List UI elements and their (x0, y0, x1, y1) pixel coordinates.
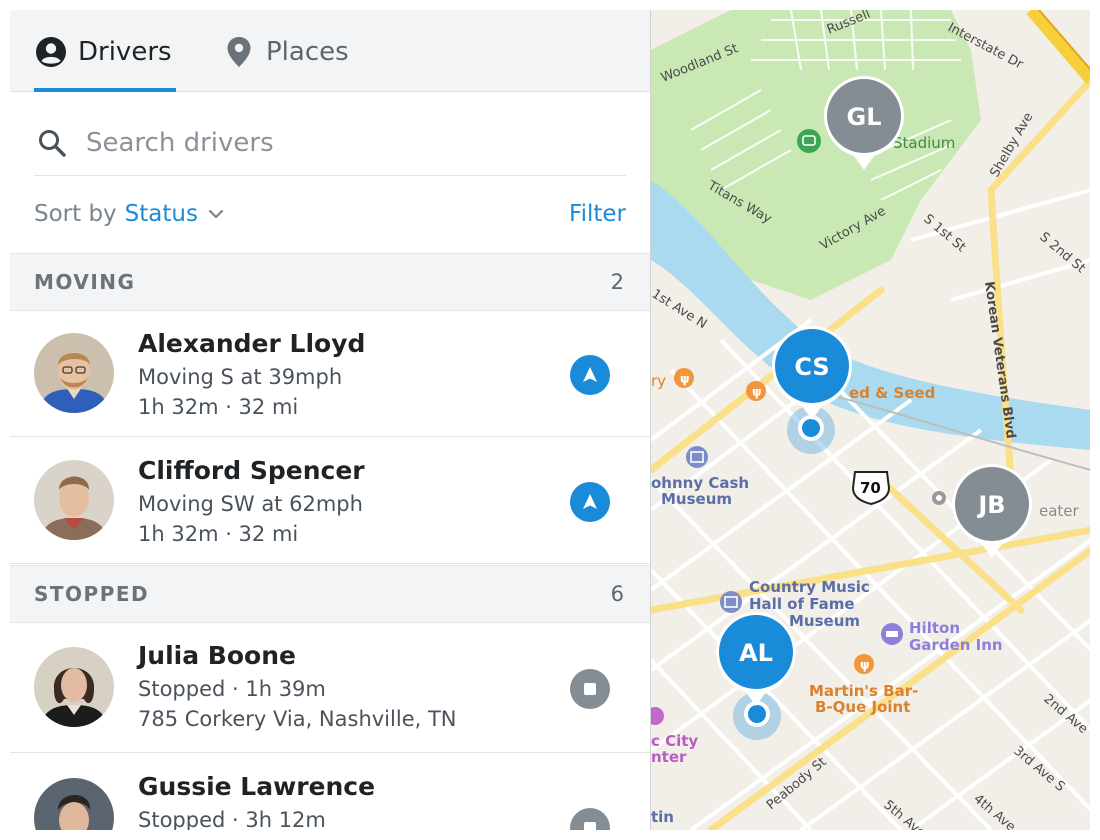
section-header-stopped: STOPPED 6 (10, 565, 650, 623)
driver-trip-summary: 1h 32m · 32 mi (138, 395, 299, 419)
museum-icon (686, 446, 708, 468)
driver-status-text: Stopped · 3h 12m (138, 808, 326, 830)
search-icon (34, 125, 70, 161)
highway-shield-icon: 70 (851, 471, 891, 506)
stop-square-icon (570, 808, 610, 830)
driver-status-text: Stopped · 1h 39m (138, 677, 326, 701)
svg-text:ψ: ψ (860, 658, 870, 672)
sort-filter-bar: Sort by Status Filter (34, 192, 626, 236)
map-label: eater (1039, 502, 1080, 520)
sort-dropdown[interactable]: Sort by Status (34, 201, 224, 227)
section-count: 6 (610, 582, 624, 606)
sort-value: Status (124, 201, 198, 227)
driver-row[interactable]: Gussie Lawrence Stopped · 3h 12m (10, 754, 650, 830)
marker-initials: GL (847, 103, 882, 131)
map-label: ry (651, 372, 666, 390)
avatar (34, 778, 114, 830)
map-label: Country Music (749, 578, 870, 596)
navigation-arrow-icon (570, 482, 610, 522)
tab-bar: Drivers Places (10, 10, 650, 92)
tab-drivers[interactable]: Drivers (34, 32, 172, 72)
marker-initials: AL (739, 639, 773, 667)
driver-status-text: Moving S at 39mph (138, 365, 343, 389)
map-label: ed & Seed (849, 384, 935, 402)
tab-drivers-label: Drivers (78, 37, 172, 67)
driver-row[interactable]: Alexander Lloyd Moving S at 39mph 1h 32m… (10, 311, 650, 437)
svg-text:ψ: ψ (752, 385, 762, 399)
tab-places-label: Places (266, 37, 349, 67)
map-label: B-Que Joint (815, 698, 910, 716)
search-bar (34, 110, 626, 176)
driver-name: Julia Boone (138, 641, 296, 670)
svg-text:ψ: ψ (680, 372, 690, 386)
driver-status-text: Moving SW at 62mph (138, 492, 363, 516)
section-label: STOPPED (34, 582, 150, 606)
map-label: nter (651, 748, 687, 766)
marker-initials: JB (976, 491, 1005, 519)
map-label: Hilton (909, 619, 960, 637)
driver-row[interactable]: Julia Boone Stopped · 1h 39m 785 Corkery… (10, 623, 650, 753)
map-view[interactable]: Woodland St Russell Interstate Dr Shelby… (650, 10, 1090, 830)
navigation-arrow-icon (570, 355, 610, 395)
chevron-down-icon (208, 209, 224, 219)
stadium-icon (797, 129, 821, 153)
driver-name: Gussie Lawrence (138, 772, 376, 801)
search-input[interactable] (86, 127, 606, 158)
sort-prefix: Sort by (34, 201, 117, 227)
driver-name: Clifford Spencer (138, 456, 365, 485)
tab-places[interactable]: Places (222, 32, 349, 72)
avatar (34, 333, 114, 413)
avatar (34, 647, 114, 727)
section-label: MOVING (34, 270, 136, 294)
stop-square-icon (570, 669, 610, 709)
map-label: Museum (789, 612, 860, 630)
driver-name: Alexander Lloyd (138, 329, 366, 358)
drivers-panel: Drivers Places Sort by Status (10, 10, 650, 830)
user-circle-icon (34, 35, 68, 69)
map-label: Museum (661, 490, 732, 508)
active-tab-indicator (34, 88, 176, 92)
driver-trip-summary: 1h 32m · 32 mi (138, 522, 299, 546)
avatar (34, 460, 114, 540)
section-count: 2 (610, 270, 624, 294)
map-pin-icon (222, 35, 256, 69)
driver-row[interactable]: Clifford Spencer Moving SW at 62mph 1h 3… (10, 438, 650, 564)
section-header-moving: MOVING 2 (10, 253, 650, 311)
driver-location: 785 Corkery Via, Nashville, TN (138, 707, 457, 731)
map-label: 70 (860, 479, 881, 497)
filter-button[interactable]: Filter (569, 201, 626, 227)
map-label: tin (651, 808, 674, 826)
marker-initials: CS (794, 353, 829, 381)
map-label: Garden Inn (909, 636, 1003, 654)
